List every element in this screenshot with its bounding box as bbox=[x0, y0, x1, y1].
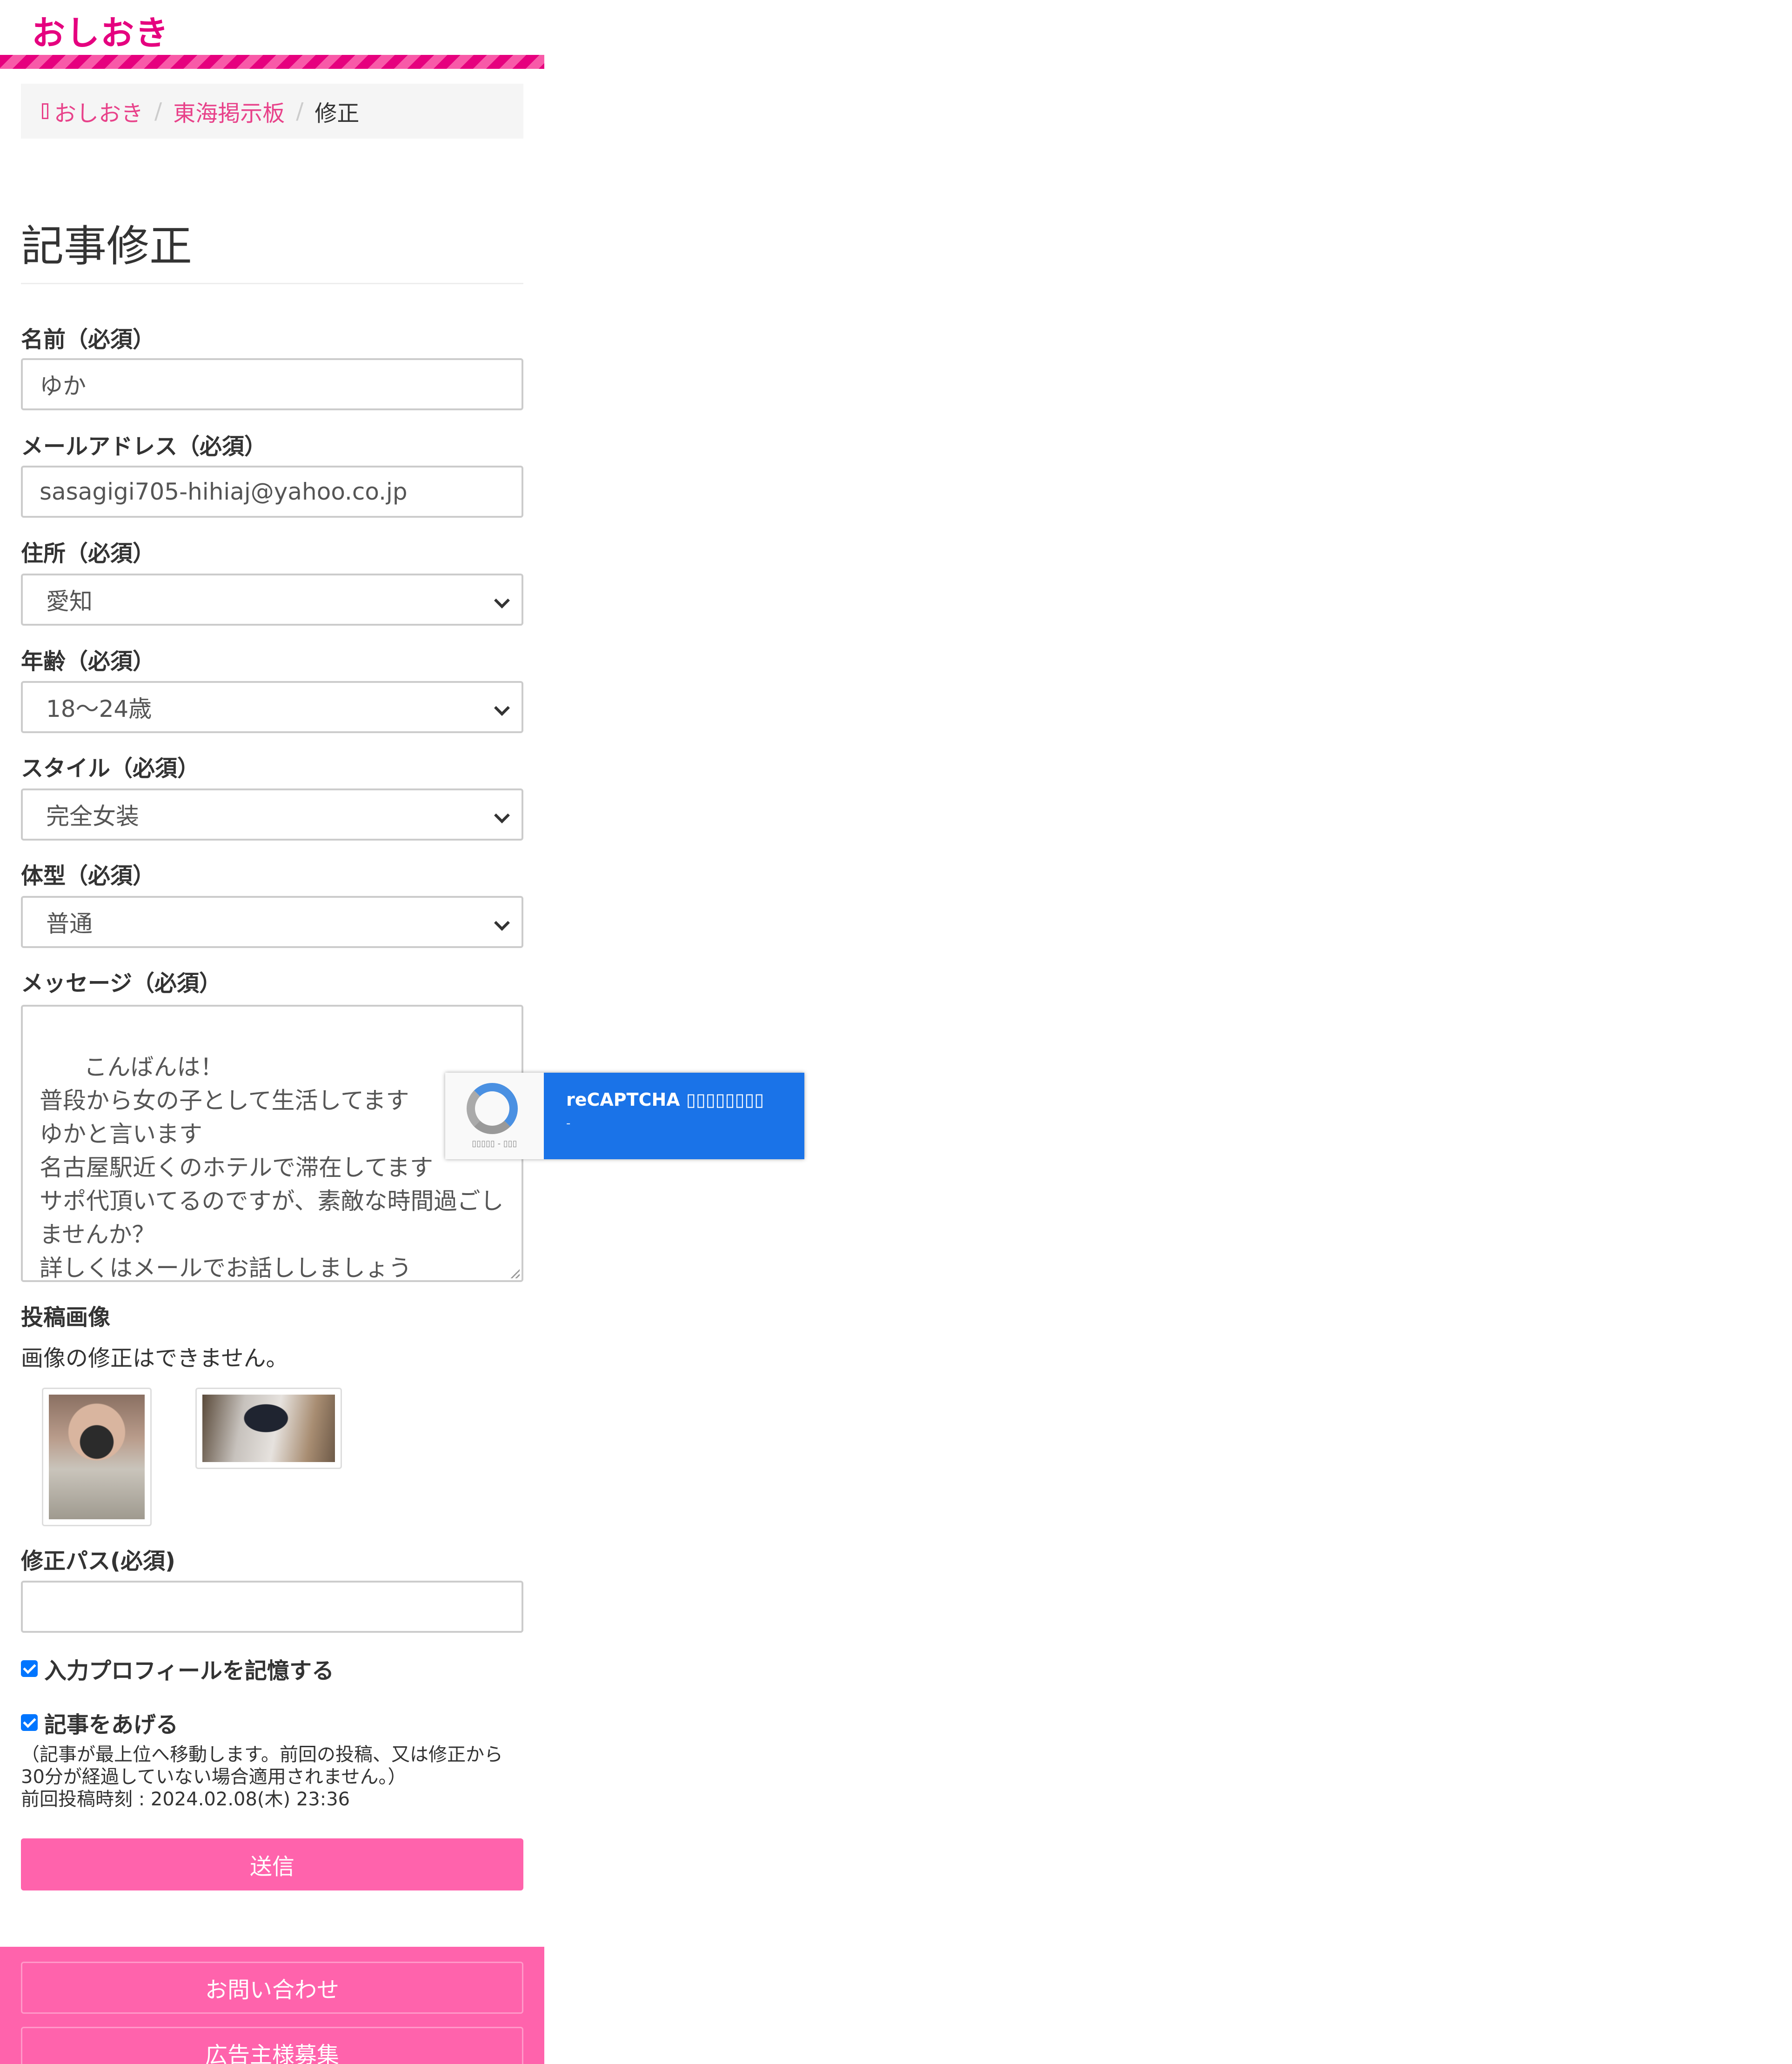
recaptcha-info-panel: reCAPTCHA ▯▯▯▯▯▯▯▯ - bbox=[544, 1073, 804, 1159]
name-label: 名前（必須） bbox=[21, 327, 155, 353]
recaptcha-subtext: - bbox=[566, 1116, 571, 1130]
age-select-value: 18〜24歳 bbox=[46, 695, 152, 722]
recaptcha-icon bbox=[467, 1083, 518, 1134]
bump-row: 記事をあげる bbox=[21, 1706, 178, 1739]
message-textarea-value: こんばんは！ 普段から女の子として生活してます ゆかと言います 名古屋駅近くのホ… bbox=[40, 1054, 504, 1282]
recaptcha-footer-text[interactable]: ▯▯▯▯▯ - ▯▯▯ bbox=[445, 1139, 544, 1149]
remember-profile-row: 入力プロフィールを記憶する bbox=[21, 1652, 334, 1685]
header-stripe bbox=[0, 55, 544, 69]
email-input-value: sasagigi705-hihiaj@yahoo.co.jp bbox=[40, 478, 408, 505]
body-type-select[interactable]: 普通 bbox=[21, 896, 523, 948]
recaptcha-logo-panel: ▯▯▯▯▯ - ▯▯▯ bbox=[445, 1073, 544, 1159]
body-type-select-value: 普通 bbox=[46, 910, 93, 937]
title-divider bbox=[21, 283, 523, 284]
name-input[interactable]: ゆか bbox=[21, 358, 523, 410]
remember-profile-label[interactable]: 入力プロフィールを記憶する bbox=[44, 1652, 334, 1685]
email-input[interactable]: sasagigi705-hihiaj@yahoo.co.jp bbox=[21, 466, 523, 518]
style-select[interactable]: 完全女装 bbox=[21, 788, 523, 841]
home-icon bbox=[42, 103, 48, 119]
post-image bbox=[49, 1395, 145, 1519]
remember-profile-checkbox[interactable] bbox=[21, 1660, 38, 1677]
bump-checkbox[interactable] bbox=[21, 1714, 38, 1731]
style-select-value: 完全女装 bbox=[46, 803, 139, 830]
style-label: スタイル（必須） bbox=[21, 755, 200, 782]
page-title: 記事修正 bbox=[21, 221, 193, 271]
message-label: メッセージ（必須） bbox=[21, 970, 222, 996]
advertisers-button[interactable]: 広告主様募集 bbox=[21, 2027, 523, 2064]
footer: お問い合わせ 広告主様募集 bbox=[0, 1947, 544, 2064]
resize-handle-icon[interactable] bbox=[510, 1269, 520, 1278]
chevron-down-icon bbox=[494, 808, 510, 823]
page: おしおき おしおき / 東海掲示板 / 修正 記事修正 名前（必須） ゆか メー… bbox=[0, 0, 1792, 2064]
post-image bbox=[202, 1395, 335, 1462]
edit-password-label: 修正パス(必須) bbox=[21, 1548, 175, 1574]
contact-button[interactable]: お問い合わせ bbox=[21, 1962, 523, 2014]
post-image-thumbnail[interactable] bbox=[42, 1388, 152, 1526]
edit-password-input[interactable] bbox=[21, 1581, 523, 1633]
breadcrumb-separator: / bbox=[296, 98, 304, 124]
submit-button[interactable]: 送信 bbox=[21, 1838, 523, 1890]
breadcrumb: おしおき / 東海掲示板 / 修正 bbox=[21, 84, 523, 139]
site-logo[interactable]: おしおき bbox=[32, 6, 169, 54]
address-select-value: 愛知 bbox=[46, 588, 93, 615]
site-header: おしおき bbox=[0, 0, 544, 69]
last-post-time: 前回投稿時刻 : 2024.02.08(木) 23:36 bbox=[21, 1789, 350, 1810]
bump-label[interactable]: 記事をあげる bbox=[44, 1706, 178, 1739]
chevron-down-icon bbox=[494, 593, 510, 608]
name-input-value: ゆか bbox=[40, 373, 86, 400]
breadcrumb-board-link[interactable]: 東海掲示板 bbox=[173, 95, 285, 127]
images-label: 投稿画像 bbox=[21, 1304, 111, 1330]
age-label: 年齢（必須） bbox=[21, 648, 155, 675]
images-note: 画像の修正はできません。 bbox=[21, 1345, 288, 1371]
breadcrumb-separator: / bbox=[154, 98, 162, 124]
breadcrumb-current: 修正 bbox=[314, 100, 360, 127]
chevron-down-icon bbox=[494, 700, 510, 716]
email-label: メールアドレス（必須） bbox=[21, 434, 267, 460]
address-label: 住所（必須） bbox=[21, 541, 155, 567]
recaptcha-badge[interactable]: ▯▯▯▯▯ - ▯▯▯ reCAPTCHA ▯▯▯▯▯▯▯▯ - bbox=[445, 1073, 804, 1159]
recaptcha-title: reCAPTCHA ▯▯▯▯▯▯▯▯ bbox=[566, 1089, 764, 1110]
body-type-label: 体型（必須） bbox=[21, 863, 155, 889]
age-select[interactable]: 18〜24歳 bbox=[21, 681, 523, 733]
address-select[interactable]: 愛知 bbox=[21, 574, 523, 626]
breadcrumb-home-link[interactable]: おしおき bbox=[54, 95, 143, 127]
bump-note: （記事が最上位へ移動します。前回の投稿、又は修正から30分が経過していない場合適… bbox=[21, 1744, 503, 1788]
post-image-thumbnail[interactable] bbox=[195, 1388, 342, 1469]
chevron-down-icon bbox=[494, 915, 510, 931]
